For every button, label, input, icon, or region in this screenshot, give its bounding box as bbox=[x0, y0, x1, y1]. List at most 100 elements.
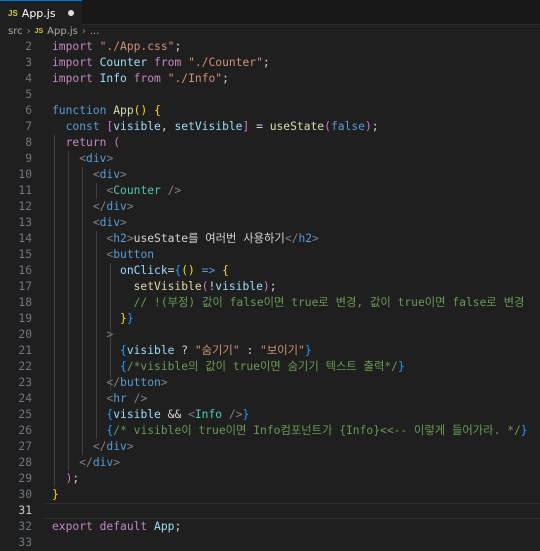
code-line[interactable]: 17 setVisible(!visible); bbox=[0, 279, 540, 295]
code-token: ; bbox=[72, 472, 80, 485]
code-line[interactable]: 7 const [visible, setVisible] = useState… bbox=[0, 119, 540, 135]
breadcrumb-symbol[interactable]: ... bbox=[90, 26, 100, 37]
code-token: import bbox=[52, 72, 93, 85]
code-line[interactable]: 23 </button> bbox=[0, 375, 540, 391]
code-token: Counter bbox=[99, 56, 148, 69]
code-text: {/* visible이 true이면 Info컴포넌트가 {Info}<<--… bbox=[52, 423, 527, 439]
code-text: import Info from "./Info"; bbox=[52, 71, 229, 87]
code-line[interactable]: 13 <div> bbox=[0, 215, 540, 231]
breadcrumb-file[interactable]: App.js bbox=[47, 26, 78, 37]
line-number: 3 bbox=[25, 56, 32, 69]
code-line[interactable]: 3 import Counter from "./Counter"; bbox=[0, 55, 540, 71]
code-line[interactable]: 15 <button bbox=[0, 247, 540, 263]
code-token: > bbox=[113, 456, 121, 469]
code-line[interactable]: 5 bbox=[0, 87, 540, 103]
code-line[interactable]: 18 // !(부정) 값이 false이면 true로 변경, 값이 true… bbox=[0, 295, 540, 311]
line-number: 11 bbox=[18, 184, 32, 197]
code-token: h2 bbox=[298, 232, 313, 245]
unsaved-changes-icon[interactable] bbox=[68, 10, 74, 16]
code-token: visible bbox=[113, 408, 161, 421]
code-token: } bbox=[304, 344, 312, 357]
code-line[interactable]: 28 </div> bbox=[0, 455, 540, 471]
code-token: </ bbox=[284, 232, 299, 245]
line-number: 10 bbox=[18, 168, 32, 181]
code-token: from bbox=[133, 72, 161, 85]
code-line[interactable]: 10 <div> bbox=[0, 167, 540, 183]
code-line[interactable]: 31 bbox=[0, 503, 540, 519]
code-editor[interactable]: 2 import "./App.css"; 3 import Counter from… bbox=[0, 39, 540, 549]
code-line[interactable]: 16 onClick={() => { bbox=[0, 263, 540, 279]
javascript-file-icon: JS bbox=[34, 28, 44, 35]
code-token: /> bbox=[228, 408, 243, 421]
code-token: > bbox=[312, 232, 319, 245]
code-token: import bbox=[52, 40, 93, 53]
code-token: div bbox=[99, 216, 121, 229]
code-token: button bbox=[120, 376, 161, 389]
code-token: setVisible bbox=[174, 120, 243, 133]
tab-app-js[interactable]: JS App.js bbox=[0, 0, 82, 25]
code-line[interactable]: 22 {/*visible의 값이 true이면 숨기기 텍스트 출력*/} bbox=[0, 359, 540, 375]
code-token: && bbox=[160, 408, 189, 421]
line-number: 9 bbox=[25, 152, 32, 165]
code-token: /> bbox=[167, 184, 182, 197]
code-token: App bbox=[154, 520, 175, 533]
code-line[interactable]: 11 <Counter /> bbox=[0, 183, 540, 199]
code-line[interactable]: 21 {visible ? "숨기기" : "보이기"} bbox=[0, 343, 540, 359]
code-text: // !(부정) 값이 false이면 true로 변경, 값이 true이면 … bbox=[52, 295, 525, 311]
code-text: {visible && <Info />} bbox=[52, 407, 249, 423]
code-line[interactable]: 24 <hr /> bbox=[0, 391, 540, 407]
code-token: < bbox=[92, 216, 100, 229]
line-number: 30 bbox=[18, 488, 32, 501]
code-line[interactable]: 30} bbox=[0, 487, 540, 503]
code-text: }} bbox=[52, 311, 134, 327]
tab-bar: JS App.js bbox=[0, 0, 540, 25]
code-token: div bbox=[86, 152, 107, 165]
code-line[interactable]: 19 }} bbox=[0, 311, 540, 327]
code-text: {visible ? "숨기기" : "보이기"} bbox=[52, 343, 312, 359]
code-token: hr bbox=[113, 392, 127, 405]
line-number: 28 bbox=[18, 456, 32, 469]
chevron-right-icon: › bbox=[81, 26, 86, 37]
chevron-right-icon: › bbox=[26, 26, 31, 37]
breadcrumb-folder[interactable]: src bbox=[8, 26, 23, 37]
code-line[interactable]: 32 export default App; bbox=[0, 519, 540, 535]
code-token: default bbox=[99, 520, 148, 533]
code-line[interactable]: 4 import Info from "./Info"; bbox=[0, 71, 540, 87]
line-number: 27 bbox=[18, 440, 32, 453]
code-token: ) bbox=[364, 120, 372, 133]
code-line[interactable]: 20 > bbox=[0, 327, 540, 343]
code-line[interactable]: 9 <div> bbox=[0, 151, 540, 167]
code-line[interactable]: 12 </div> bbox=[0, 199, 540, 215]
code-token: "./App.css" bbox=[99, 40, 175, 53]
code-text: import "./App.css"; bbox=[52, 39, 181, 55]
code-text: } bbox=[52, 487, 59, 503]
code-line[interactable]: 14 <h2>useState를 여러번 사용하기</h2> bbox=[0, 231, 540, 247]
code-line[interactable]: 8 return ( bbox=[0, 135, 540, 151]
code-token: "숨기기" bbox=[194, 344, 240, 357]
code-line[interactable]: 33 bbox=[0, 535, 540, 551]
code-token: { bbox=[154, 104, 161, 117]
code-token: , bbox=[160, 120, 175, 133]
line-number: 7 bbox=[25, 120, 32, 133]
code-token: </ bbox=[92, 440, 107, 453]
code-line[interactable]: 25 {visible && <Info />} bbox=[0, 407, 540, 423]
code-line[interactable]: 29 ); bbox=[0, 471, 540, 487]
code-line[interactable]: 27 </div> bbox=[0, 439, 540, 455]
code-line[interactable]: 2 import "./App.css"; bbox=[0, 39, 540, 55]
code-token: visible bbox=[126, 344, 175, 357]
code-token: = bbox=[249, 120, 270, 133]
code-line[interactable]: 6 function App() { bbox=[0, 103, 540, 119]
code-line[interactable]: 26 {/* visible이 true이면 Info컴포넌트가 {Info}<… bbox=[0, 423, 540, 439]
code-text: onClick={() => { bbox=[52, 263, 229, 279]
